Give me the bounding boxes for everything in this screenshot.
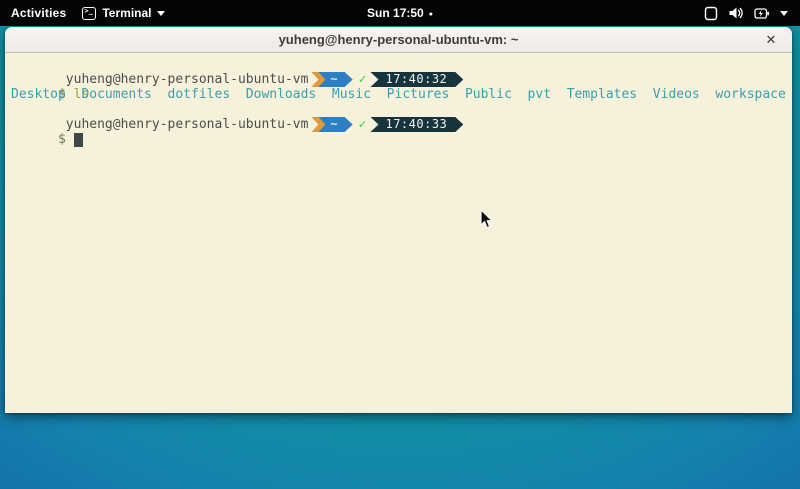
app-menu-button[interactable]: Terminal <box>82 6 165 20</box>
battery-charging-icon <box>754 7 770 20</box>
clock-label: Sun 17:50 <box>367 6 424 20</box>
prompt-time-segment: 17:40:33 <box>370 117 463 132</box>
terminal-icon <box>82 7 96 20</box>
display-icon <box>704 6 718 21</box>
window-titlebar[interactable]: yuheng@henry-personal-ubuntu-vm: ~ ✕ <box>5 27 792 53</box>
ls-output-line: Desktop Documents dotfiles Downloads Mus… <box>11 87 792 102</box>
top-bar-left: Activities Terminal <box>0 6 165 20</box>
terminal-cursor <box>74 133 83 147</box>
prompt-line-1: yuheng@henry-personal-ubuntu-vm~✓17:40:3… <box>11 57 792 72</box>
prompt-user: yuheng@henry-personal-ubuntu-vm <box>58 72 308 87</box>
top-bar: Activities Terminal Sun 17:50 ● <box>0 0 800 26</box>
close-button[interactable]: ✕ <box>760 27 782 53</box>
terminal-window: yuheng@henry-personal-ubuntu-vm: ~ ✕ yuh… <box>5 27 792 413</box>
prompt-char: $ <box>58 132 66 147</box>
status-check-icon: ✓ <box>359 72 367 87</box>
app-menu-label: Terminal <box>102 6 151 20</box>
prompt-time-segment: 17:40:32 <box>370 72 463 87</box>
chevron-down-icon <box>157 11 165 16</box>
terminal-content[interactable]: yuheng@henry-personal-ubuntu-vm~✓17:40:3… <box>5 53 792 413</box>
window-title: yuheng@henry-personal-ubuntu-vm: ~ <box>279 32 519 47</box>
prompt-user: yuheng@henry-personal-ubuntu-vm <box>58 117 308 132</box>
notification-dot-icon: ● <box>429 11 433 18</box>
volume-icon <box>728 6 744 20</box>
system-status-area[interactable] <box>704 6 800 21</box>
status-check-icon: ✓ <box>359 117 367 132</box>
activities-button[interactable]: Activities <box>11 6 66 20</box>
chevron-down-icon <box>780 11 788 16</box>
prompt-line-2: yuheng@henry-personal-ubuntu-vm~✓17:40:3… <box>11 102 792 117</box>
